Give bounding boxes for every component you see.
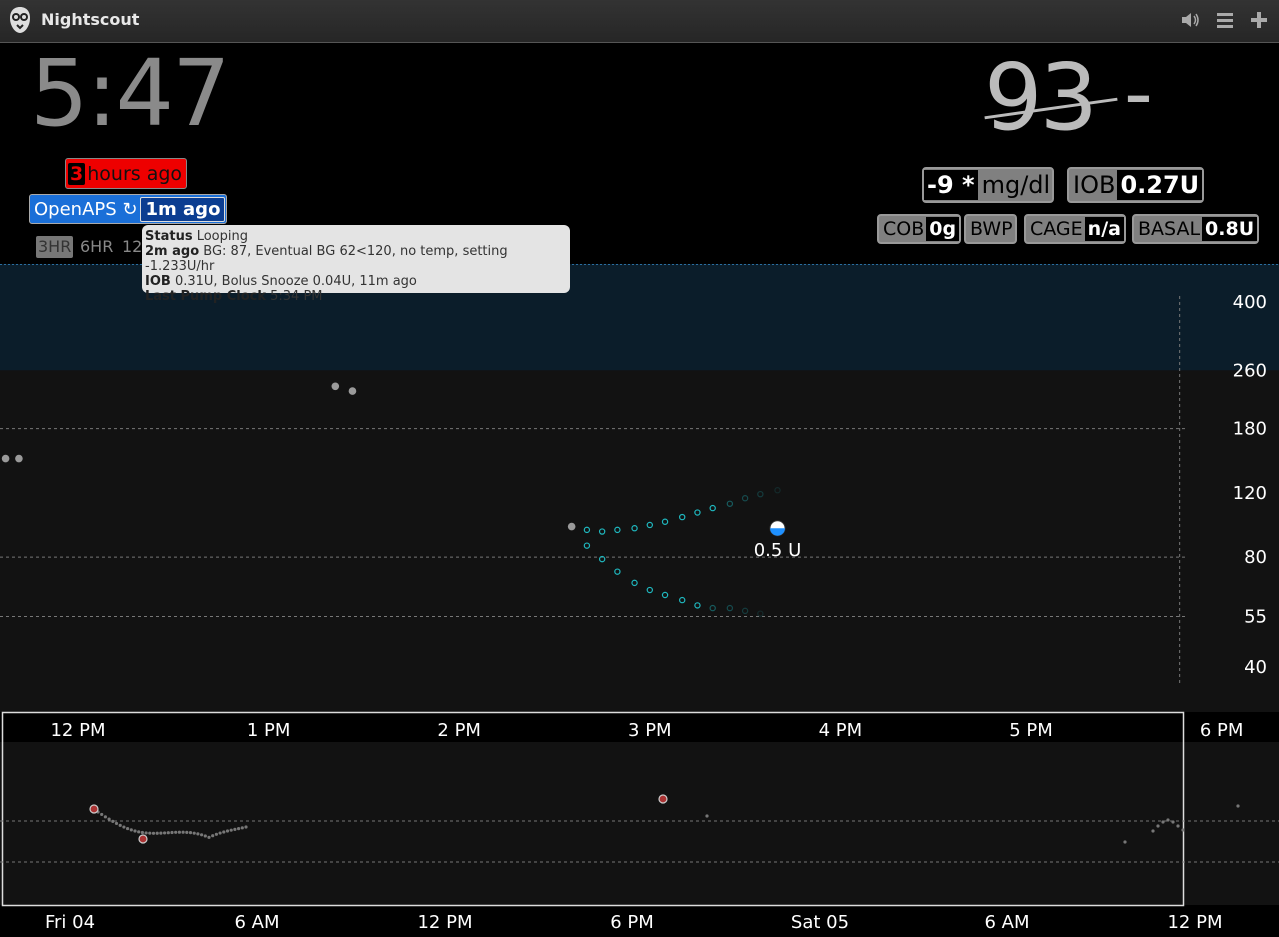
tooltip-bg-value: BG: 87, Eventual BG 62<120, no temp, set… <box>145 244 508 274</box>
context-point-extra-2 <box>1161 820 1165 824</box>
context-point-extra-8 <box>1236 804 1240 808</box>
context-point-33 <box>218 831 222 835</box>
context-point-21 <box>174 830 178 834</box>
context-point-27 <box>196 832 200 836</box>
context-point-19 <box>166 831 170 835</box>
context-tick-1: 6 AM <box>234 912 279 933</box>
context-point-20 <box>170 830 174 835</box>
context-point-14 <box>148 831 152 835</box>
context-point-15 <box>151 831 156 835</box>
x-tick-5: 5 PM <box>1009 720 1053 741</box>
context-point-extra-0 <box>1151 829 1155 833</box>
context-point-extra-7 <box>1123 840 1127 844</box>
context-point-32 <box>214 832 218 836</box>
context-point-39 <box>240 826 244 830</box>
context-point-34 <box>222 830 226 834</box>
openaps-tooltip: Status Looping 2m ago BG: 87, Eventual B… <box>142 225 570 304</box>
bg-reading-1 <box>15 454 23 463</box>
context-marker-2 <box>658 794 668 804</box>
tooltip-iob-label: IOB <box>145 274 171 289</box>
bg-reading-4 <box>567 522 576 531</box>
context-point-extra-1 <box>1156 824 1160 828</box>
bolus-label-0: 0.5 U <box>754 540 802 561</box>
y-tick-80: 80 <box>1244 547 1267 568</box>
tooltip-status-value: Looping <box>196 229 248 244</box>
tooltip-status-label: Status <box>145 229 193 244</box>
y-tick-120: 120 <box>1233 483 1267 504</box>
context-point-1 <box>100 812 104 817</box>
x-tick-4: 4 PM <box>819 720 863 741</box>
context-point-8 <box>126 826 130 831</box>
context-tick-2: 12 PM <box>417 912 472 933</box>
context-point-extra-3 <box>1166 818 1170 822</box>
context-point-35 <box>225 829 230 833</box>
context-tick-6: 12 PM <box>1167 912 1222 933</box>
context-point-38 <box>237 827 241 831</box>
context-point-31 <box>211 834 215 838</box>
context-point-29 <box>203 834 207 838</box>
context-marker-0 <box>89 804 99 814</box>
context-tick-5: 6 AM <box>984 912 1029 933</box>
y-tick-55: 55 <box>1244 607 1267 628</box>
context-tick-0: Fri 04 <box>45 912 95 933</box>
tooltip-time-label: 2m ago <box>145 244 200 259</box>
y-tick-40: 40 <box>1244 657 1267 678</box>
bg-reading-3 <box>348 387 357 395</box>
context-point-36 <box>229 828 233 832</box>
context-point-23 <box>181 830 185 834</box>
context-point-6 <box>118 823 122 827</box>
bg-reading-2 <box>331 382 340 391</box>
context-point-25 <box>188 831 193 835</box>
context-point-24 <box>185 830 189 834</box>
y-tick-180: 180 <box>1233 419 1267 440</box>
context-marker-1 <box>138 834 148 844</box>
context-point-4 <box>111 819 115 823</box>
context-point-13 <box>144 831 148 835</box>
context-point-40 <box>244 825 248 829</box>
x-tick-6: 6 PM <box>1200 720 1244 741</box>
context-point-11 <box>137 830 141 834</box>
context-point-extra-5 <box>1176 824 1180 828</box>
context-point-30 <box>207 835 211 839</box>
context-point-26 <box>192 831 196 835</box>
context-tick-3: 6 PM <box>610 912 654 933</box>
context-point-10 <box>133 829 137 833</box>
x-tick-3: 3 PM <box>628 720 672 741</box>
context-point-7 <box>122 825 126 829</box>
context-point-22 <box>177 830 181 834</box>
context-point-16 <box>155 831 159 835</box>
context-point-5 <box>114 821 119 826</box>
tooltip-pump-value: 5:34 PM <box>270 289 323 304</box>
context-chart-area <box>0 742 1279 905</box>
tooltip-pump-label: Last Pump Clock <box>145 289 266 304</box>
context-point-extra-9 <box>705 814 709 818</box>
tooltip-iob-value: 0.31U, Bolus Snooze 0.04U, 11m ago <box>174 274 417 289</box>
context-point-37 <box>233 827 237 831</box>
context-point-2 <box>103 815 107 819</box>
x-tick-2: 2 PM <box>437 720 481 741</box>
bg-reading-0 <box>1 454 10 463</box>
context-point-18 <box>163 831 167 835</box>
y-tick-400: 400 <box>1233 292 1267 313</box>
context-point-9 <box>129 828 133 832</box>
context-point-12 <box>140 830 144 835</box>
x-tick-0: 12 PM <box>50 720 105 741</box>
context-point-28 <box>200 833 204 837</box>
glucose-chart[interactable]: 40 55 80 120 180 260 400 0.5 U 12 PM 1 PM 2 PM 3 PM… <box>0 0 1279 937</box>
y-tick-260: 260 <box>1233 360 1267 381</box>
context-point-3 <box>107 817 111 821</box>
context-point-extra-6 <box>1181 828 1185 832</box>
context-tick-4: Sat 05 <box>791 912 849 933</box>
context-point-extra-4 <box>1171 820 1175 824</box>
x-tick-1: 1 PM <box>247 720 291 741</box>
context-point-17 <box>159 831 163 835</box>
